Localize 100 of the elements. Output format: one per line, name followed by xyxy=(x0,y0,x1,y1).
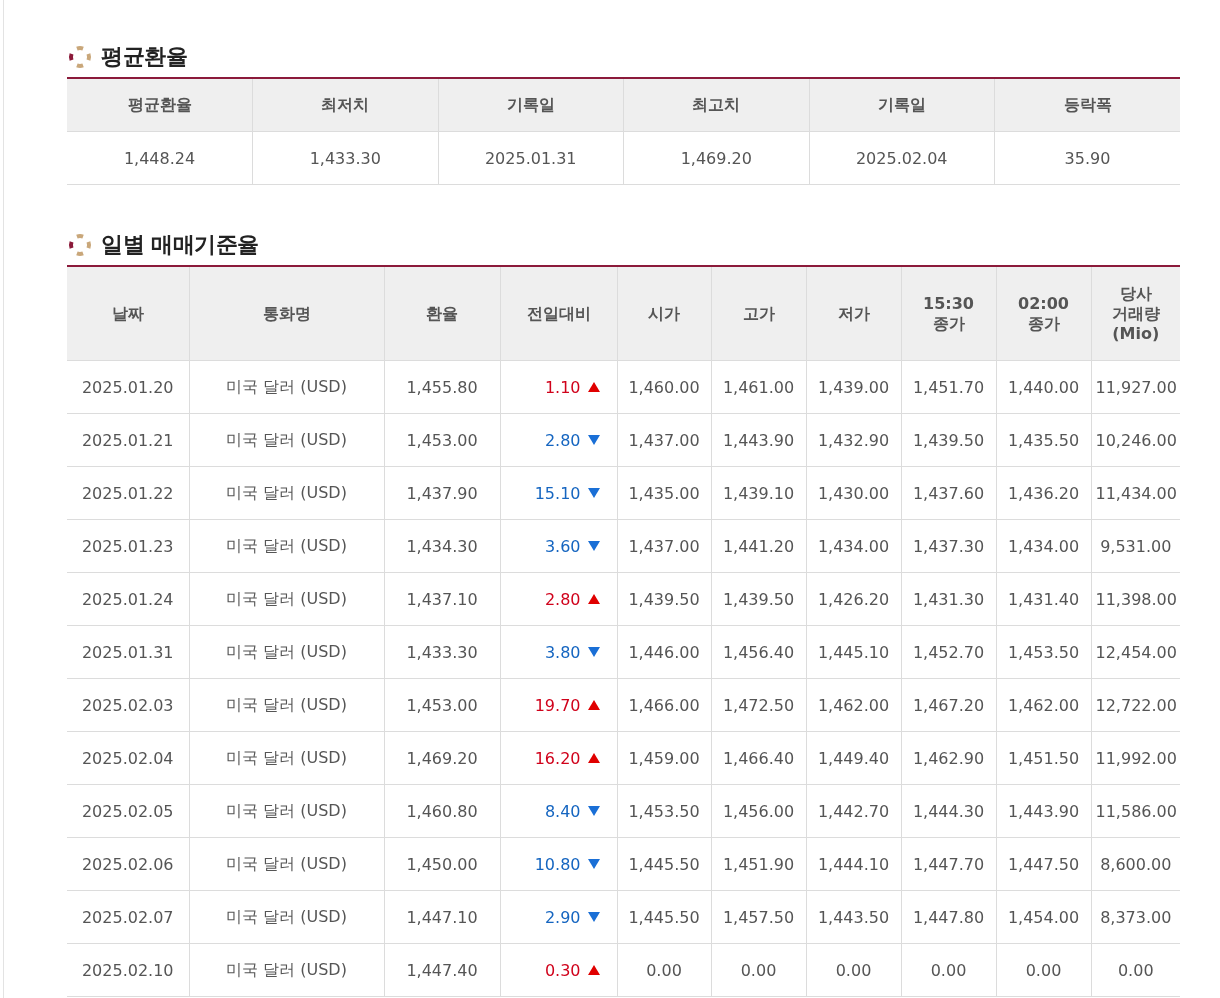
column-header: 최저치 xyxy=(252,78,438,132)
table-cell: 1,433.30 xyxy=(252,131,438,185)
table-cell: 1,462.00 xyxy=(806,678,901,732)
column-header: 전일대비 xyxy=(500,266,617,361)
table-cell: 1,455.80 xyxy=(384,360,500,414)
table-cell: 미국 달러 (USD) xyxy=(189,519,384,573)
table-cell: 1,436.20 xyxy=(996,466,1091,520)
table-cell: 8,373.00 xyxy=(1091,890,1180,944)
table-cell: 2025.01.20 xyxy=(67,360,189,414)
table-cell: 미국 달러 (USD) xyxy=(189,943,384,997)
column-header: 당사 거래량 (Mio) xyxy=(1091,266,1180,361)
table-cell: 1,462.00 xyxy=(996,678,1091,732)
table-cell: 1,453.50 xyxy=(617,784,711,838)
table-cell: 1,437.10 xyxy=(384,572,500,626)
table-cell: 1,459.00 xyxy=(617,731,711,785)
column-header: 최고치 xyxy=(623,78,809,132)
table-cell: 2025.02.06 xyxy=(67,837,189,891)
table-cell: 미국 달러 (USD) xyxy=(189,625,384,679)
column-header: 날짜 xyxy=(67,266,189,361)
table-cell: 1,456.40 xyxy=(711,625,806,679)
column-header: 평균환율 xyxy=(67,78,253,132)
table-cell: 1,460.80 xyxy=(384,784,500,838)
table-cell: 1,431.30 xyxy=(901,572,996,626)
table-cell: 1,447.80 xyxy=(901,890,996,944)
change-value: 19.70 xyxy=(534,695,581,715)
table-cell: 1,457.50 xyxy=(711,890,806,944)
table-cell: 11,992.00 xyxy=(1091,731,1180,785)
table-cell: 2025.02.10 xyxy=(67,943,189,997)
change-value: 1.10 xyxy=(544,377,581,397)
table-cell: 1,433.30 xyxy=(384,625,500,679)
table-cell: 1,450.00 xyxy=(384,837,500,891)
table-cell: 1,443.90 xyxy=(711,413,806,467)
table-cell: 1,451.70 xyxy=(901,360,996,414)
table-cell: 1,432.90 xyxy=(806,413,901,467)
table-cell: 1,466.40 xyxy=(711,731,806,785)
table-cell: 1,437.30 xyxy=(901,519,996,573)
table-cell: 1,443.50 xyxy=(806,890,901,944)
table-cell: 미국 달러 (USD) xyxy=(189,784,384,838)
table-cell: 1,443.90 xyxy=(996,784,1091,838)
table-cell: 1,435.00 xyxy=(617,466,711,520)
table-cell: 1,469.20 xyxy=(384,731,500,785)
table-cell: 0.00 xyxy=(901,943,996,997)
column-header: 등락폭 xyxy=(994,78,1180,132)
column-header: 환율 xyxy=(384,266,500,361)
column-header: 02:00 종가 xyxy=(996,266,1091,361)
table-cell: 0.00 xyxy=(711,943,806,997)
section-title: 평균환율 xyxy=(101,43,187,71)
table-cell: 1,469.20 xyxy=(623,131,809,185)
table-cell: 1,445.50 xyxy=(617,837,711,891)
table-cell: 1,437.60 xyxy=(901,466,996,520)
table-cell: 1,449.40 xyxy=(806,731,901,785)
table-cell: 2025.01.31 xyxy=(67,625,189,679)
table-cell: 0.00 xyxy=(996,943,1091,997)
table-cell: 1,439.10 xyxy=(711,466,806,520)
column-header: 기록일 xyxy=(809,78,995,132)
table-cell: 1,434.30 xyxy=(384,519,500,573)
table-cell: 1,467.20 xyxy=(901,678,996,732)
table-cell: 1,439.00 xyxy=(806,360,901,414)
table-cell: 1,451.90 xyxy=(711,837,806,891)
table-cell: 1,445.10 xyxy=(806,625,901,679)
change-value: 3.60 xyxy=(544,536,581,556)
table-cell: 1,448.24 xyxy=(67,131,253,185)
table-cell: 미국 달러 (USD) xyxy=(189,360,384,414)
table-cell: 2025.02.07 xyxy=(67,890,189,944)
change-value: 2.80 xyxy=(544,430,581,450)
change-value: 15.10 xyxy=(534,483,581,503)
table-cell: 0.00 xyxy=(617,943,711,997)
table-cell: 0.00 xyxy=(1091,943,1180,997)
ring-logo-icon xyxy=(67,44,93,70)
table-cell: 1,454.00 xyxy=(996,890,1091,944)
table-cell: 1,440.00 xyxy=(996,360,1091,414)
change-value: 16.20 xyxy=(534,748,581,768)
table-cell: 미국 달러 (USD) xyxy=(189,572,384,626)
table-cell: 11,398.00 xyxy=(1091,572,1180,626)
table-cell: 1,444.10 xyxy=(806,837,901,891)
table-cell: 1,444.30 xyxy=(901,784,996,838)
table-cell: 2025.01.21 xyxy=(67,413,189,467)
change-value: 3.80 xyxy=(544,642,581,662)
table-cell: 11,434.00 xyxy=(1091,466,1180,520)
table-cell: 2025.01.22 xyxy=(67,466,189,520)
table-cell: 11,927.00 xyxy=(1091,360,1180,414)
table-cell: 2025.02.04 xyxy=(67,731,189,785)
table-cell: 1,445.50 xyxy=(617,890,711,944)
table-cell: 1,447.10 xyxy=(384,890,500,944)
column-header: 기록일 xyxy=(438,78,624,132)
table-cell: 1,434.00 xyxy=(806,519,901,573)
table-cell: 1,437.00 xyxy=(617,519,711,573)
table-cell: 1,447.40 xyxy=(384,943,500,997)
change-value: 0.30 xyxy=(544,960,581,980)
table-cell: 1,472.50 xyxy=(711,678,806,732)
column-header: 통화명 xyxy=(189,266,384,361)
change-value: 8.40 xyxy=(544,801,581,821)
column-header: 고가 xyxy=(711,266,806,361)
table-cell: 2025.02.05 xyxy=(67,784,189,838)
table-cell: 1,441.20 xyxy=(711,519,806,573)
table-cell: 2025.01.23 xyxy=(67,519,189,573)
table-cell: 0.00 xyxy=(806,943,901,997)
table-cell: 2025.01.31 xyxy=(438,131,624,185)
table-cell: 미국 달러 (USD) xyxy=(189,678,384,732)
table-cell: 1,466.00 xyxy=(617,678,711,732)
